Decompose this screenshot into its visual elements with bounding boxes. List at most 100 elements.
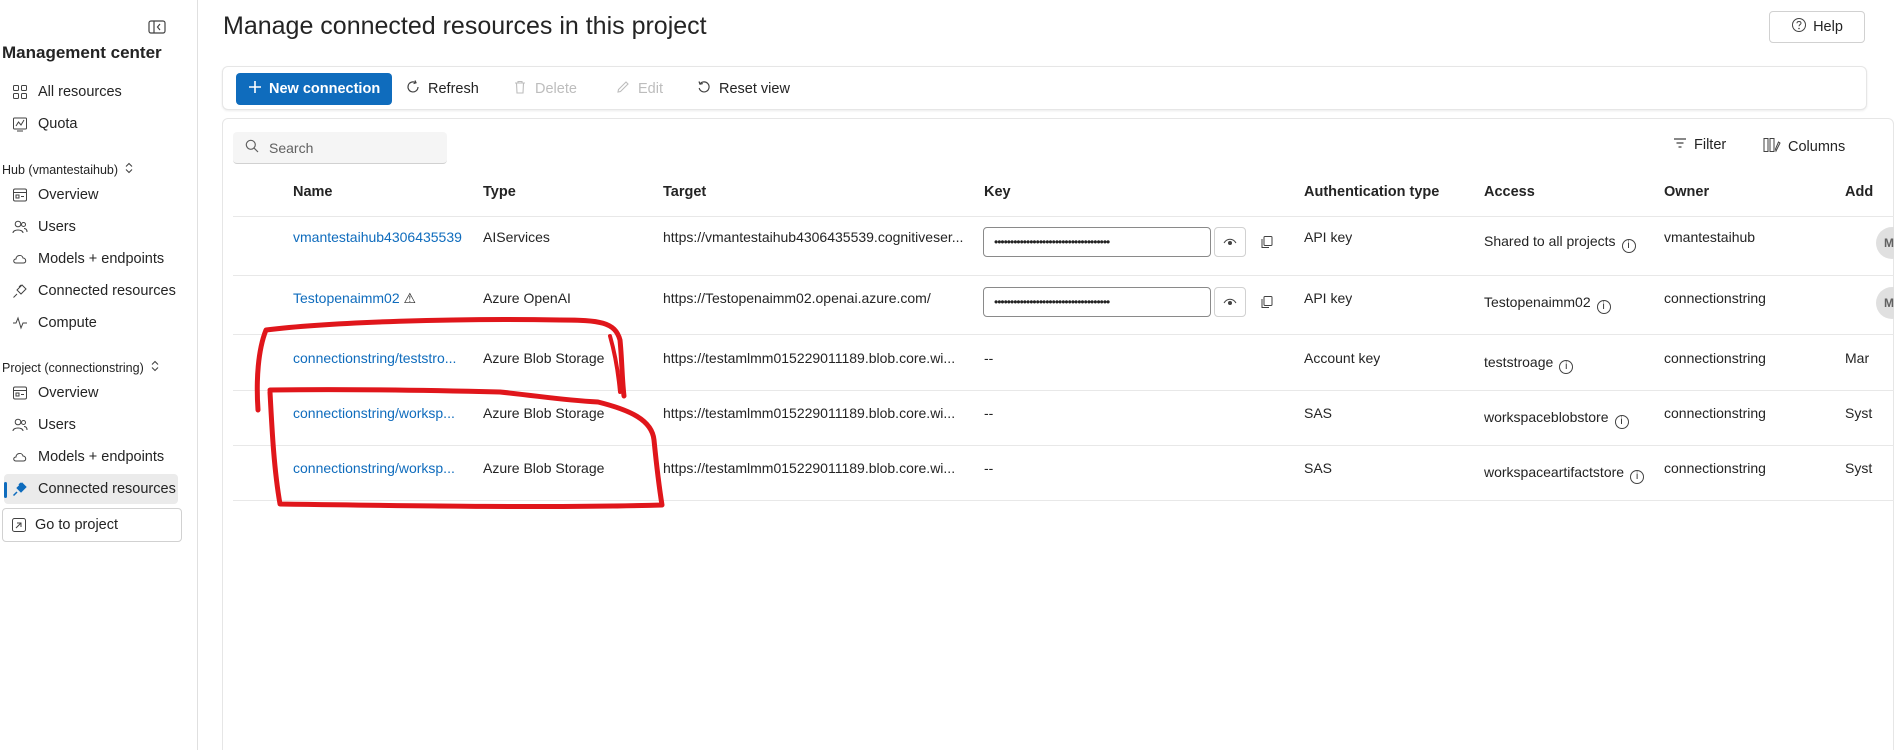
column-header-auth-type[interactable]: Authentication type xyxy=(1304,184,1439,200)
connection-target: https://testamlmm015229011189.blob.core.… xyxy=(663,350,956,366)
connection-target: https://Testopenaimm02.openai.azure.com/ xyxy=(663,290,931,306)
users-icon xyxy=(12,219,28,235)
connection-type: Azure Blob Storage xyxy=(483,405,605,421)
connection-name-link[interactable]: Testopenaimm02 ⚠ xyxy=(293,290,468,307)
connection-target: https://testamlmm015229011189.blob.core.… xyxy=(663,405,956,421)
new-connection-button[interactable]: New connection xyxy=(236,73,393,105)
sidebar-item-all-resources[interactable]: All resources xyxy=(4,77,178,107)
pencil-icon xyxy=(615,79,631,99)
reset-view-label: Reset view xyxy=(719,81,790,97)
sidebar-item-hub-connected[interactable]: Connected resources xyxy=(4,276,178,306)
hub-section-header[interactable]: Hub (vmantestaihub) xyxy=(2,162,134,177)
sidebar-item-hub-users[interactable]: Users xyxy=(4,212,178,242)
refresh-icon xyxy=(405,79,421,99)
edit-button[interactable]: Edit xyxy=(615,73,663,105)
copy-icon[interactable] xyxy=(1260,235,1274,249)
connection-name-link[interactable]: connectionstring/worksp... xyxy=(293,405,458,421)
trash-icon xyxy=(512,79,528,99)
info-icon[interactable]: i xyxy=(1559,360,1574,374)
cloud-icon xyxy=(12,251,28,267)
sidebar-item-quota[interactable]: Quota xyxy=(4,109,178,139)
added-by: Syst xyxy=(1845,405,1873,421)
project-section-label: Project (connectionstring) xyxy=(2,360,144,375)
show-key-button[interactable] xyxy=(1214,227,1246,257)
sidebar-item-label: Models + endpoints xyxy=(38,251,165,267)
access-cell: Shared to all projects i xyxy=(1484,233,1636,253)
sidebar: Management center All resources Quota Hu… xyxy=(0,0,198,750)
owner: vmantestaihub xyxy=(1664,229,1756,245)
refresh-button[interactable]: Refresh xyxy=(405,73,479,105)
filter-button[interactable]: Filter xyxy=(1673,137,1726,153)
owner: connectionstring xyxy=(1664,460,1766,476)
connection-name-link[interactable]: connectionstring/worksp... xyxy=(293,460,458,476)
copy-icon[interactable] xyxy=(1260,295,1274,309)
added-by: Syst xyxy=(1845,460,1873,476)
connection-name-link[interactable]: connectionstring/teststro... xyxy=(293,350,458,366)
info-icon[interactable]: i xyxy=(1614,415,1629,429)
sidebar-item-hub-compute[interactable]: Compute xyxy=(4,308,178,338)
owner: connectionstring xyxy=(1664,290,1766,306)
access-cell: teststroage i xyxy=(1484,354,1574,374)
warning-icon: ⚠ xyxy=(403,290,417,306)
connection-target: https://testamlmm015229011189.blob.core.… xyxy=(663,460,956,476)
access-label: teststroage xyxy=(1484,354,1554,370)
pulse-icon xyxy=(12,315,28,331)
delete-button[interactable]: Delete xyxy=(512,73,577,105)
sidebar-item-project-models[interactable]: Models + endpoints xyxy=(4,442,178,472)
search-input[interactable] xyxy=(269,139,429,156)
row-divider xyxy=(233,334,1894,335)
plug-icon xyxy=(12,481,28,497)
filter-label: Filter xyxy=(1694,137,1727,153)
auth-type: SAS xyxy=(1304,460,1333,476)
project-section-header[interactable]: Project (connectionstring) xyxy=(2,360,160,375)
collapse-sidebar-icon[interactable] xyxy=(148,20,168,36)
column-header-type[interactable]: Type xyxy=(483,184,516,200)
connection-target: https://vmantestaihub4306435539.cognitiv… xyxy=(663,229,964,245)
reset-view-button[interactable]: Reset view xyxy=(696,73,790,105)
sidebar-item-hub-models[interactable]: Models + endpoints xyxy=(4,244,178,274)
column-header-owner[interactable]: Owner xyxy=(1664,184,1709,200)
api-key-field[interactable]: •••••••••••••••••••••••••••••••••••• xyxy=(983,287,1211,317)
open-external-icon xyxy=(11,517,27,533)
key-empty: -- xyxy=(984,460,994,476)
access-cell: workspaceartifactstore i xyxy=(1484,464,1645,484)
sidebar-item-hub-overview[interactable]: Overview xyxy=(4,180,178,210)
column-header-access[interactable]: Access xyxy=(1484,184,1535,200)
owner: connectionstring xyxy=(1664,350,1766,366)
columns-button[interactable]: Columns xyxy=(1763,137,1845,157)
chevron-updown-icon xyxy=(124,162,134,177)
page-title: Manage connected resources in this proje… xyxy=(223,12,707,40)
sidebar-item-project-overview[interactable]: Overview xyxy=(4,378,178,408)
connection-name-label: Testopenaimm02 xyxy=(293,290,400,306)
column-header-target[interactable]: Target xyxy=(663,184,706,200)
eye-icon xyxy=(1223,294,1237,310)
connection-name-link[interactable]: vmantestaihub4306435539 xyxy=(293,229,463,245)
api-key-field[interactable]: •••••••••••••••••••••••••••••••••••• xyxy=(983,227,1211,257)
help-button[interactable]: Help xyxy=(1769,11,1865,43)
show-key-button[interactable] xyxy=(1214,287,1246,317)
column-header-name[interactable]: Name xyxy=(293,184,333,200)
sidebar-item-project-connected[interactable]: Connected resources xyxy=(4,474,178,504)
auth-type: SAS xyxy=(1304,405,1333,421)
go-to-project-button[interactable]: Go to project xyxy=(2,508,182,542)
go-to-project-label: Go to project xyxy=(35,517,119,533)
sidebar-item-label: Overview xyxy=(38,385,99,401)
row-divider xyxy=(233,445,1894,446)
header-divider xyxy=(233,216,1894,217)
info-icon[interactable]: i xyxy=(1630,470,1645,484)
users-icon xyxy=(12,417,28,433)
search-box[interactable] xyxy=(233,132,447,164)
info-icon[interactable]: i xyxy=(1596,300,1611,314)
access-label: Shared to all projects xyxy=(1484,233,1616,249)
key-empty: -- xyxy=(984,405,994,421)
info-icon[interactable]: i xyxy=(1621,239,1636,253)
sidebar-item-label: Overview xyxy=(38,187,99,203)
command-bar: New connection Refresh Delete Edit Reset… xyxy=(222,66,1867,110)
access-label: workspaceartifactstore xyxy=(1484,464,1625,480)
sidebar-item-project-users[interactable]: Users xyxy=(4,410,178,440)
column-header-key[interactable]: Key xyxy=(984,184,1011,200)
delete-label: Delete xyxy=(535,81,577,97)
hub-section-label: Hub (vmantestaihub) xyxy=(2,162,119,177)
column-header-added[interactable]: Add xyxy=(1845,184,1894,200)
gauge-icon xyxy=(12,116,28,132)
